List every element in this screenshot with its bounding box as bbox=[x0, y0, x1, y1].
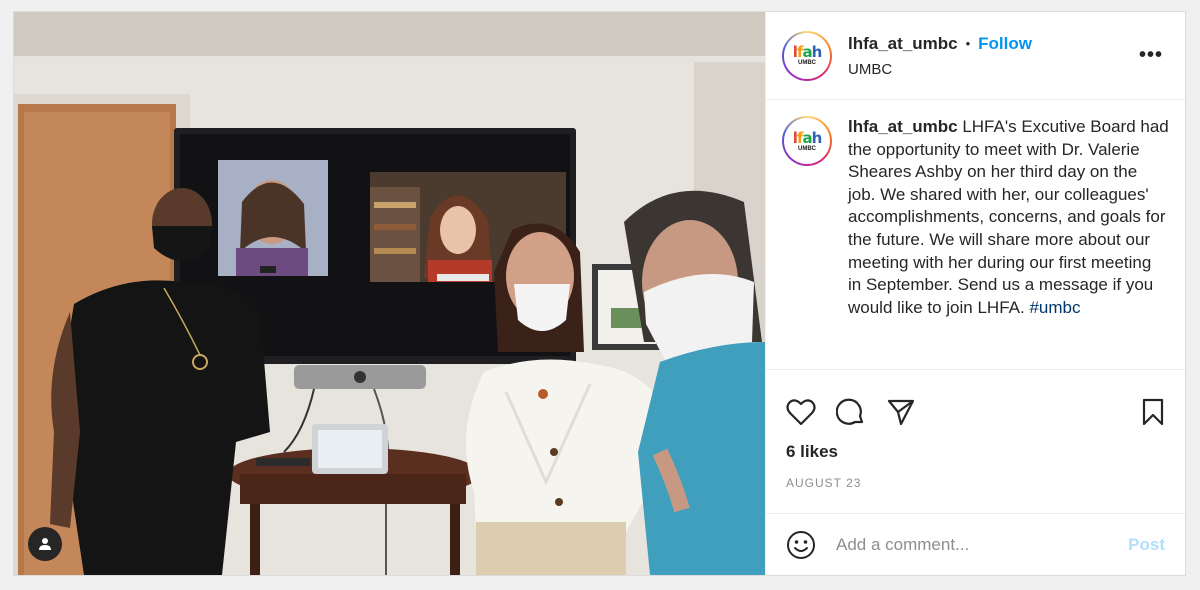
like-button[interactable] bbox=[786, 398, 816, 426]
caption-hashtag[interactable]: #umbc bbox=[1029, 298, 1080, 317]
caption-section: lfah UMBC lhfa_at_umbc LHFA's Excutive B… bbox=[766, 100, 1185, 370]
follow-button[interactable]: Follow bbox=[978, 34, 1032, 54]
likes-count[interactable]: 6 likes bbox=[766, 436, 1185, 470]
share-button[interactable] bbox=[886, 398, 916, 426]
post-comment-button[interactable]: Post bbox=[1128, 535, 1165, 555]
caption-text: lhfa_at_umbc LHFA's Excutive Board had t… bbox=[848, 116, 1169, 369]
bookmark-icon bbox=[1142, 398, 1164, 426]
photo-scene bbox=[14, 12, 765, 575]
more-options-icon[interactable]: ••• bbox=[1139, 45, 1163, 65]
action-bar bbox=[766, 370, 1185, 436]
instagram-post-card: lfah UMBC lhfa_at_umbc • Follow UMBC ••• bbox=[13, 11, 1186, 576]
post-photo[interactable] bbox=[14, 12, 765, 575]
emoji-button[interactable] bbox=[786, 530, 816, 560]
tagged-people-button[interactable] bbox=[28, 527, 62, 561]
post-date[interactable]: AUGUST 23 bbox=[766, 470, 1185, 508]
smiley-icon bbox=[787, 530, 815, 559]
comment-input[interactable] bbox=[836, 534, 1129, 555]
comment-button[interactable] bbox=[836, 397, 866, 427]
comment-icon bbox=[836, 398, 864, 425]
avatar-logo-sub: UMBC bbox=[798, 60, 816, 66]
person-icon bbox=[39, 538, 51, 550]
avatar-logo-text: lfah bbox=[792, 128, 822, 147]
avatar-logo-text: lfah bbox=[792, 43, 822, 61]
post-side-panel: lfah UMBC lhfa_at_umbc • Follow UMBC ••• bbox=[765, 12, 1185, 575]
post-header: lfah UMBC lhfa_at_umbc • Follow UMBC ••• bbox=[766, 12, 1185, 100]
avatar-logo-sub: UMBC bbox=[798, 145, 816, 152]
comment-bar: Post bbox=[766, 513, 1185, 575]
caption-username[interactable]: lhfa_at_umbc bbox=[848, 117, 958, 136]
heart-icon bbox=[786, 399, 816, 426]
send-icon bbox=[887, 399, 915, 426]
save-button[interactable] bbox=[1141, 398, 1165, 426]
caption-avatar[interactable]: lfah UMBC bbox=[782, 116, 832, 166]
caption-body: LHFA's Excutive Board had the opportunit… bbox=[848, 117, 1169, 317]
separator-dot: • bbox=[965, 36, 971, 51]
avatar[interactable]: lfah UMBC bbox=[782, 30, 832, 81]
username-link[interactable]: lhfa_at_umbc bbox=[848, 34, 958, 54]
location-link[interactable]: UMBC bbox=[848, 61, 1032, 78]
